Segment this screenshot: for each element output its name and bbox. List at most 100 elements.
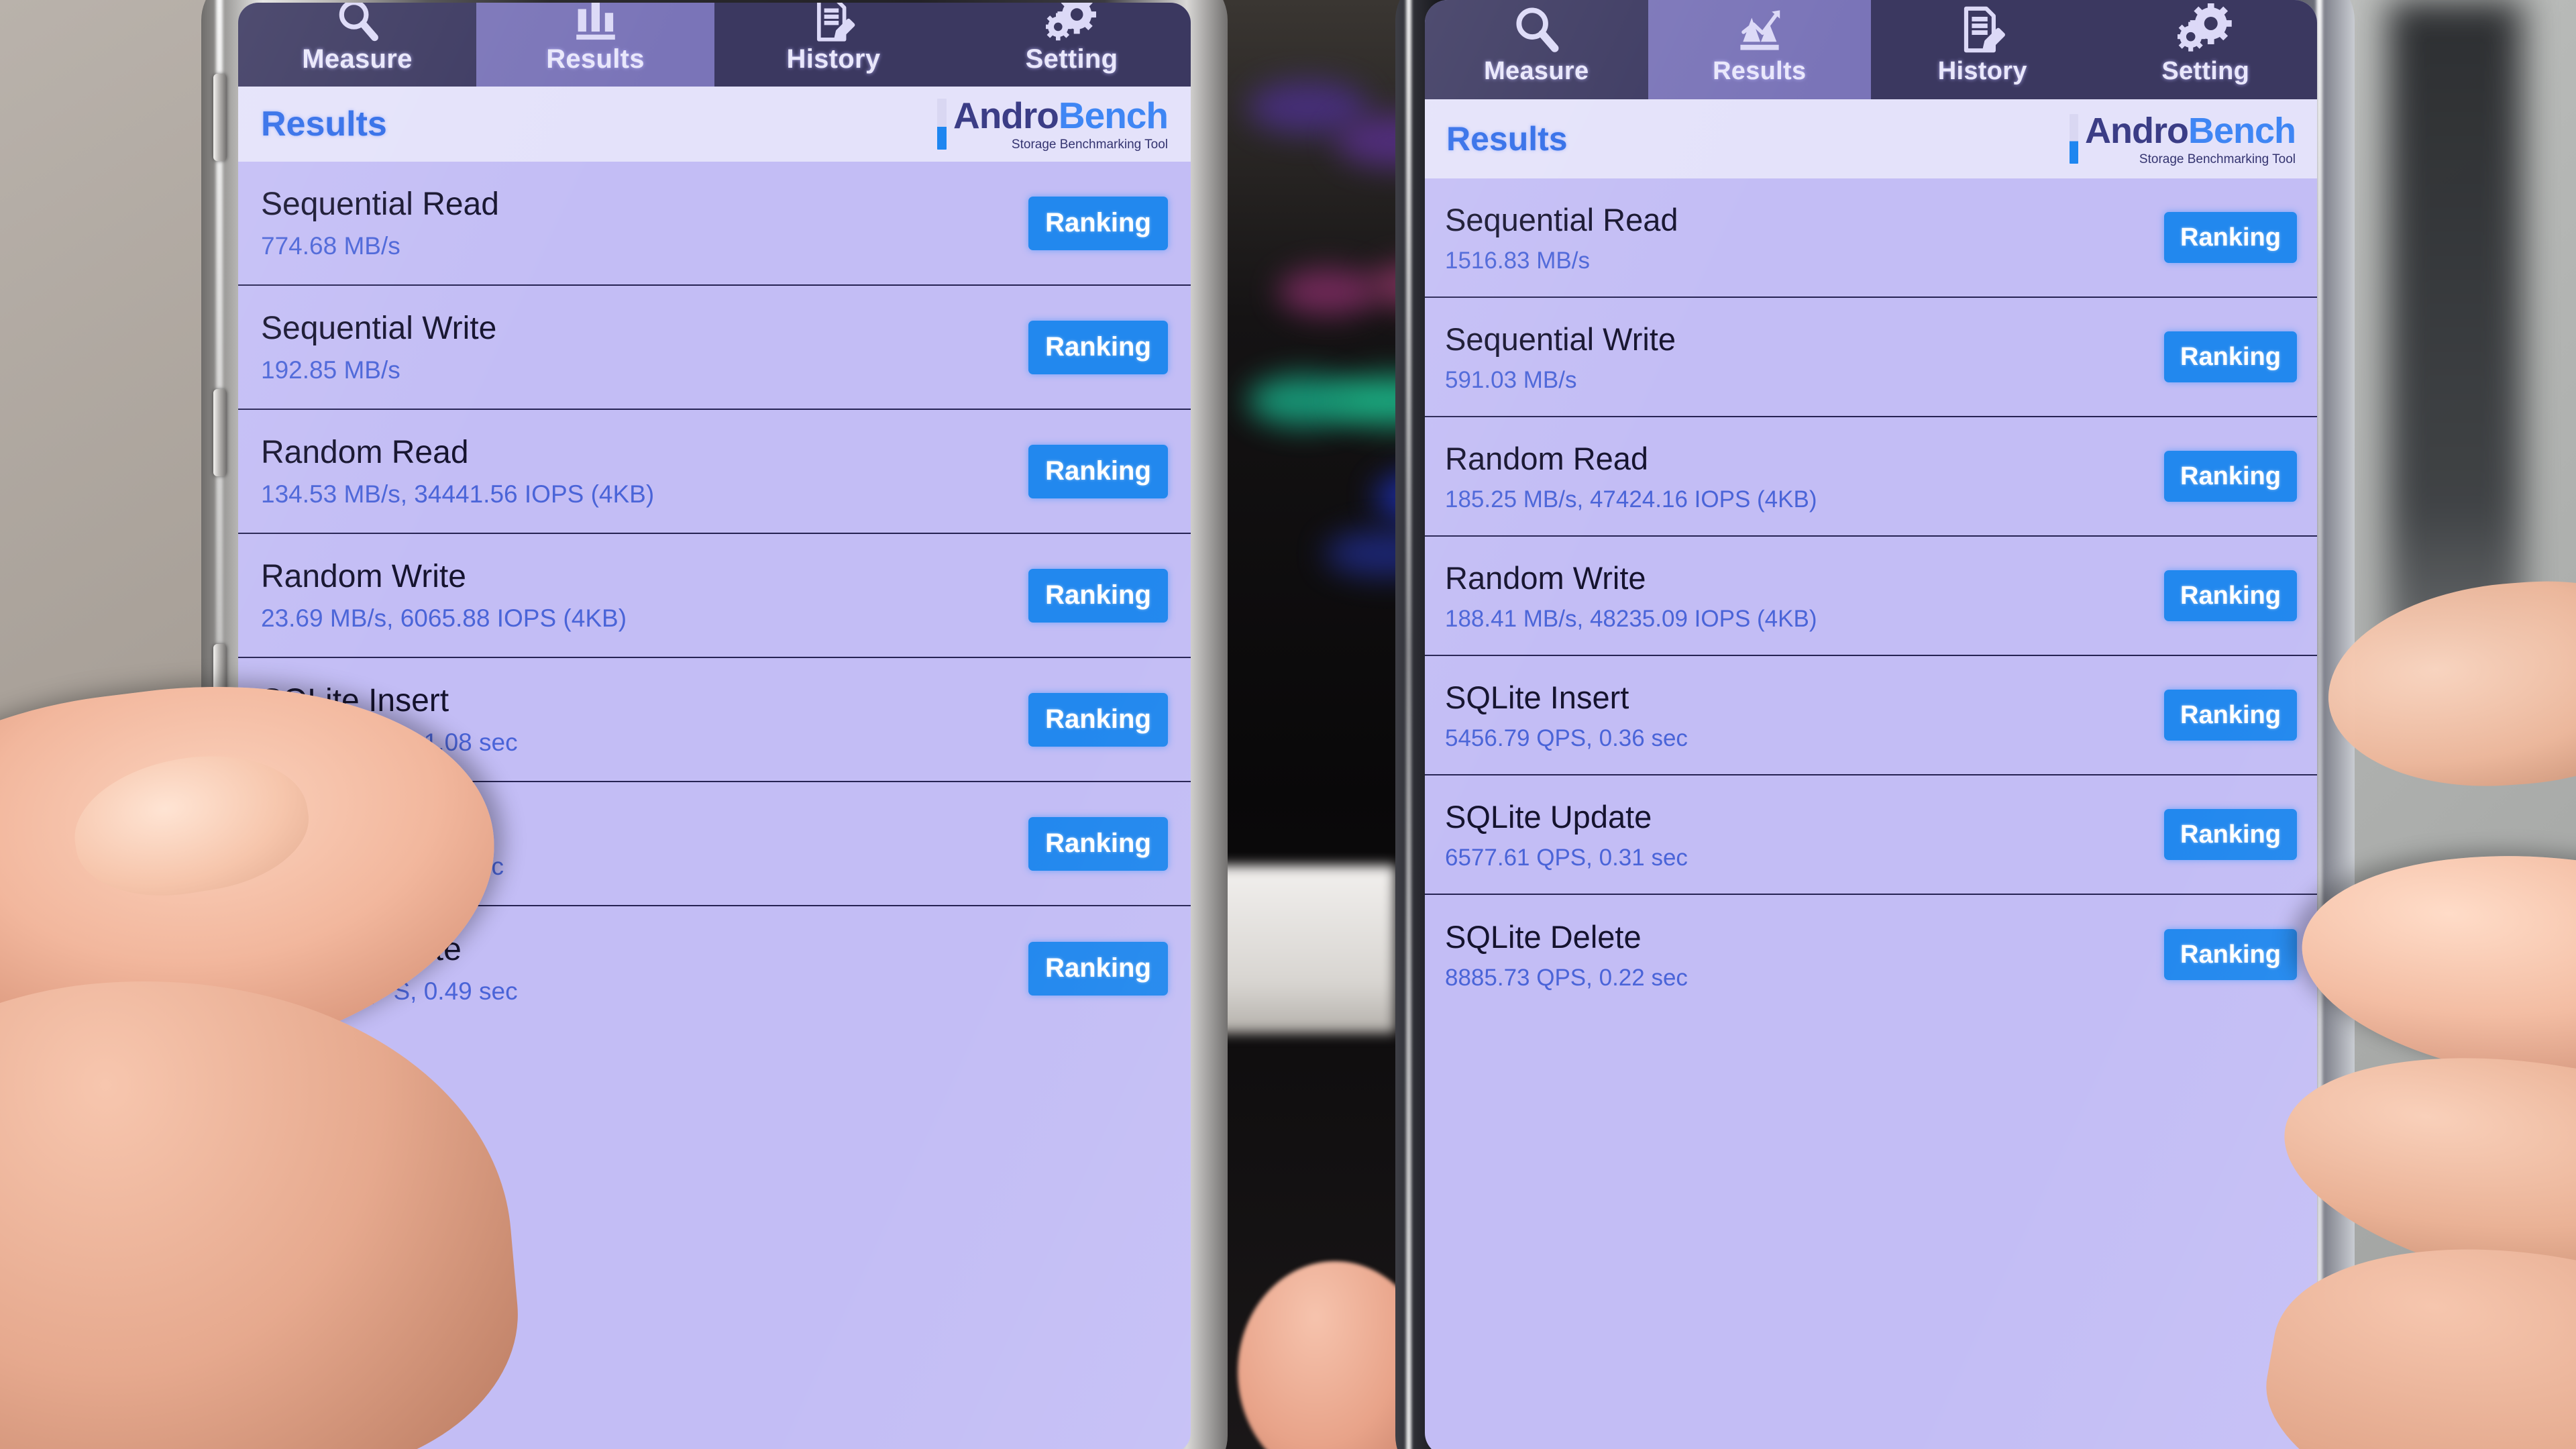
table-row[interactable]: Sequential Read 774.68 MB/s Ranking (238, 162, 1191, 286)
ranking-button[interactable]: Ranking (1028, 941, 1168, 996)
logo-accent-bar (2069, 114, 2078, 164)
ranking-button[interactable]: Ranking (2164, 331, 2297, 382)
result-value: 185.25 MB/s, 47424.16 IOPS (4KB) (1445, 486, 1817, 513)
document-pencil-icon (1955, 2, 2009, 57)
ranking-button[interactable]: Ranking (2164, 212, 2297, 263)
page-title: Results (261, 105, 387, 144)
background-shadow-right (2388, 0, 2522, 671)
tab-setting[interactable]: Setting (953, 3, 1191, 87)
result-name: SQLite Insert (1445, 679, 1629, 715)
result-name: SQLite Update (1445, 798, 1652, 835)
result-value: 23.69 MB/s, 6065.88 IOPS (4KB) (261, 604, 627, 632)
ranking-button[interactable]: Ranking (1028, 568, 1168, 623)
logo-wordmark: AndroBench (953, 95, 1169, 136)
table-row[interactable]: SQLite Update 6577.61 QPS, 0.31 sec Rank… (1425, 775, 2317, 895)
table-row[interactable]: Random Write 23.69 MB/s, 6065.88 IOPS (4… (238, 534, 1191, 658)
result-value: 8885.73 QPS, 0.22 sec (1445, 964, 1688, 991)
tab-setting[interactable]: Setting (2094, 0, 2317, 99)
logo-word-andro: Andro (953, 95, 1059, 136)
tab-results[interactable]: Results (1648, 0, 1871, 99)
ranking-button[interactable]: Ranking (1028, 196, 1168, 250)
table-row[interactable]: Sequential Write 192.85 MB/s Ranking (238, 286, 1191, 410)
table-row[interactable]: Random Write 188.41 MB/s, 48235.09 IOPS … (1425, 537, 2317, 656)
androbench-logo: AndroBench Storage Benchmarking Tool (2069, 113, 2296, 166)
ranking-button[interactable]: Ranking (1028, 444, 1168, 498)
results-header-right: Results AndroBench Storage Benchmarking … (1425, 99, 2317, 178)
logo-word-bench: Bench (2188, 110, 2296, 151)
tab-label: Results (546, 44, 645, 74)
result-value: 6577.61 QPS, 0.31 sec (1445, 844, 1688, 871)
photo-of-two-phones-running-androbench: Measure Results History Setting Results … (0, 0, 2576, 1449)
results-list-right: Sequential Read 1516.83 MB/s Ranking Seq… (1425, 178, 2317, 1430)
ranking-button[interactable]: Ranking (1028, 320, 1168, 374)
tab-results[interactable]: Results (476, 3, 714, 87)
magnifier-icon (333, 3, 382, 44)
tab-label: Setting (2161, 57, 2250, 85)
ranking-button[interactable]: Ranking (2164, 929, 2297, 980)
ranking-button[interactable]: Ranking (1028, 692, 1168, 747)
phone-right: Measure Results History Setting Results … (1395, 0, 2355, 1449)
result-value: 134.53 MB/s, 34441.56 IOPS (4KB) (261, 480, 655, 508)
phone-right-screen: Measure Results History Setting Results … (1425, 0, 2317, 1449)
tab-label: Setting (1025, 44, 1118, 74)
result-value: 5456.79 QPS, 0.36 sec (1445, 724, 1688, 751)
tab-history[interactable]: History (714, 3, 953, 87)
tab-label: History (786, 44, 881, 74)
phone-right-edge-highlight (1406, 0, 1411, 1449)
logo-word-bench: Bench (1058, 95, 1169, 136)
results-header-left: Results AndroBench Storage Benchmarking … (238, 87, 1191, 162)
tab-label: History (1937, 57, 2027, 85)
logo-tagline: Storage Benchmarking Tool (1011, 138, 1168, 152)
androbench-logo: AndroBench Storage Benchmarking Tool (936, 95, 1169, 152)
document-pencil-icon (809, 3, 859, 44)
phone-left-volume-down-button[interactable] (213, 389, 227, 476)
result-value: 192.85 MB/s (261, 356, 400, 384)
ranking-button[interactable]: Ranking (2164, 690, 2297, 741)
result-name: Sequential Read (261, 186, 499, 222)
result-name: Sequential Write (261, 311, 497, 346)
bar-chart-icon (571, 3, 621, 44)
result-value: 1516.83 MB/s (1445, 247, 1590, 274)
result-name: Sequential Write (1445, 321, 1676, 357)
tab-label: Measure (302, 44, 413, 74)
logo-tagline: Storage Benchmarking Tool (2139, 152, 2296, 166)
table-row[interactable]: SQLite Insert 5456.79 QPS, 0.36 sec Rank… (1425, 656, 2317, 775)
result-name: Random Write (1445, 559, 1646, 596)
result-value: 774.68 MB/s (261, 232, 400, 260)
table-row[interactable]: Random Read 134.53 MB/s, 34441.56 IOPS (… (238, 410, 1191, 534)
logo-word-andro: Andro (2084, 110, 2189, 151)
bokeh-light-magenta (1278, 268, 1379, 315)
tab-label: Results (1713, 57, 1807, 85)
table-row[interactable]: Sequential Read 1516.83 MB/s Ranking (1425, 178, 2317, 298)
line-chart-icon (1733, 2, 1786, 57)
result-name: Random Write (261, 559, 466, 594)
result-name: Random Read (261, 435, 469, 470)
result-value: 591.03 MB/s (1445, 366, 1577, 393)
list-empty-area (1425, 1014, 2317, 1430)
result-name: SQLite Delete (1445, 918, 1642, 955)
logo-accent-bar (936, 99, 947, 150)
gears-icon (1045, 3, 1098, 44)
magnifier-icon (1509, 2, 1563, 57)
ranking-button[interactable]: Ranking (2164, 570, 2297, 621)
bottom-nav-tabs-right[interactable]: Measure Results History Setting (1425, 0, 2317, 99)
result-name: Random Read (1445, 440, 1649, 476)
phone-right-edge-highlight-outer (2316, 0, 2322, 1449)
ranking-button[interactable]: Ranking (1028, 816, 1168, 871)
logo-wordmark: AndroBench (2085, 113, 2296, 149)
tab-label: Measure (1484, 57, 1589, 85)
table-row[interactable]: Sequential Write 591.03 MB/s Ranking (1425, 298, 2317, 417)
tab-history[interactable]: History (1871, 0, 2094, 99)
page-title: Results (1446, 120, 1568, 158)
result-name: Sequential Read (1445, 201, 1678, 237)
tab-measure[interactable]: Measure (1425, 0, 1648, 99)
ranking-button[interactable]: Ranking (2164, 809, 2297, 860)
tab-measure[interactable]: Measure (238, 3, 476, 87)
result-value: 188.41 MB/s, 48235.09 IOPS (4KB) (1445, 605, 1817, 632)
phone-left-volume-up-button[interactable] (213, 74, 227, 161)
table-row[interactable]: SQLite Delete 8885.73 QPS, 0.22 sec Rank… (1425, 895, 2317, 1014)
ranking-button[interactable]: Ranking (2164, 451, 2297, 502)
bottom-nav-tabs-left[interactable]: Measure Results History Setting (238, 3, 1191, 87)
table-row[interactable]: Random Read 185.25 MB/s, 47424.16 IOPS (… (1425, 417, 2317, 537)
gears-icon (2177, 2, 2234, 57)
